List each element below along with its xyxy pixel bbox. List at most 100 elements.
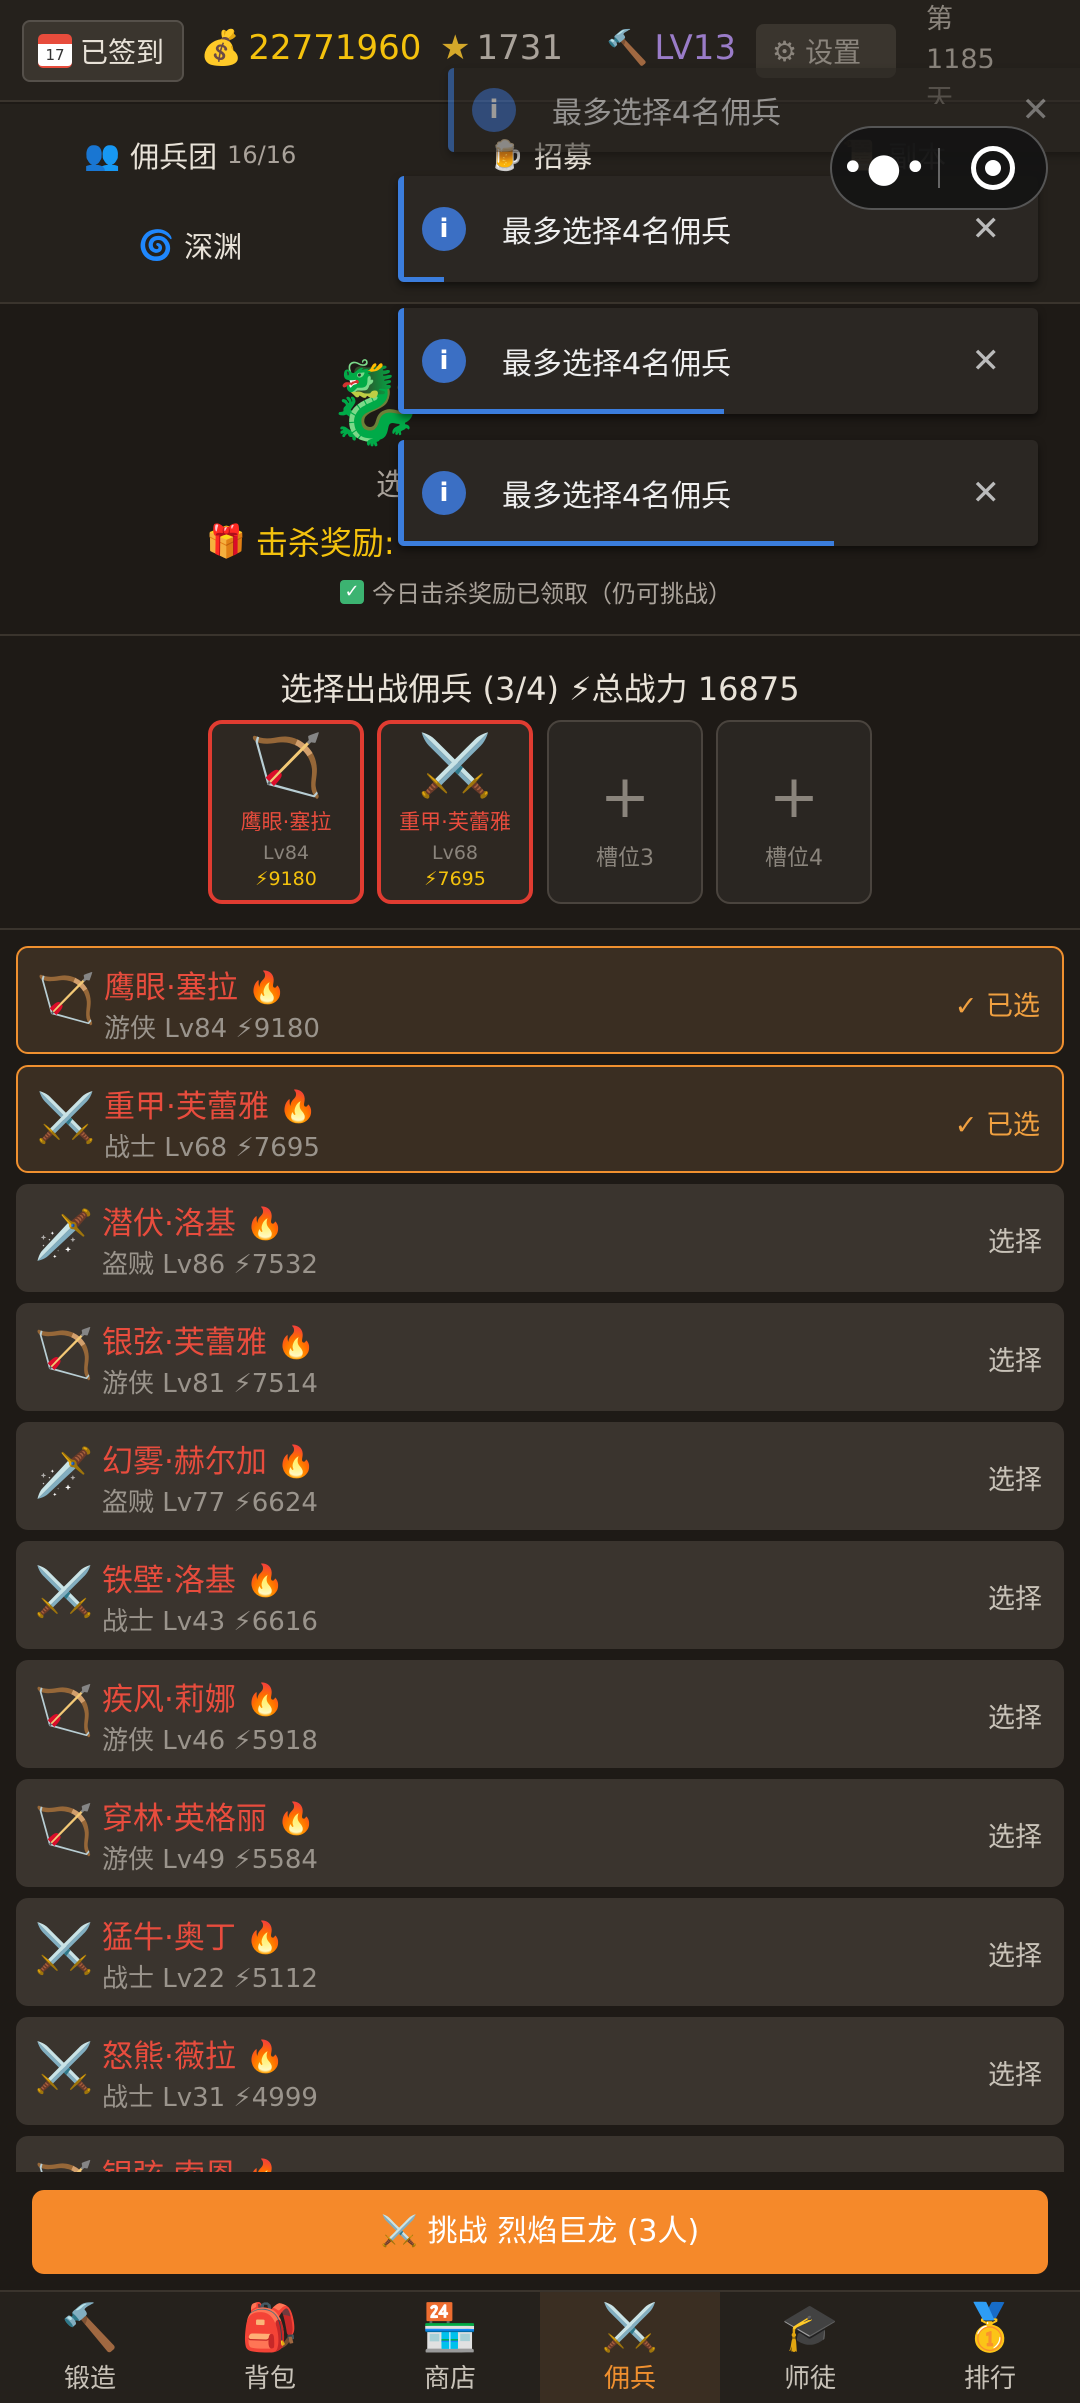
tab-shop[interactable]: 🏪 商店 bbox=[360, 2292, 540, 2403]
money-bag-icon: 💰 bbox=[200, 28, 243, 68]
toast-progress bbox=[404, 541, 834, 546]
team-slot-4[interactable]: + 槽位4 bbox=[716, 720, 872, 904]
mercenary-name: 铁壁·洛基 🔥 bbox=[102, 1563, 285, 1599]
graduation-cap-icon: 🎓 bbox=[781, 2300, 839, 2354]
mercenary-name: 穿林·英格丽 🔥 bbox=[102, 1801, 316, 1837]
bow-icon: 🏹 bbox=[248, 731, 324, 801]
select-button[interactable]: 选择 bbox=[988, 2053, 1042, 2092]
crossed-swords-icon: ⚔️ bbox=[34, 1564, 94, 1620]
plus-icon: + bbox=[599, 762, 651, 832]
select-button[interactable]: 选择 bbox=[988, 1577, 1042, 1616]
select-button[interactable]: 选择 bbox=[988, 1934, 1042, 1973]
team-slot-2[interactable]: ⚔️ 重甲·芙蕾雅 Lv68 ⚡7695 bbox=[377, 720, 533, 904]
hammer-icon: 🔨 bbox=[606, 28, 649, 68]
tab-mentorship[interactable]: 🎓 师徒 bbox=[720, 2292, 900, 2403]
more-menu-icon[interactable]: •●• bbox=[832, 145, 938, 191]
tab-mercenary[interactable]: ⚔️ 佣兵 bbox=[540, 2292, 720, 2403]
toast-notification: i 最多选择4名佣兵 ✕ bbox=[398, 440, 1038, 546]
select-button[interactable]: 选择 bbox=[988, 1220, 1042, 1259]
sign-in-button[interactable]: 已签到 bbox=[22, 20, 184, 82]
select-status[interactable]: ✓ 已选 bbox=[955, 984, 1040, 1023]
list-item[interactable]: ⚔️ 怒熊·薇拉 🔥 战士 Lv31 ⚡4999 选择 bbox=[16, 2017, 1064, 2125]
nav-abyss-label: 深渊 bbox=[184, 230, 243, 264]
list-item[interactable]: 🗡️ 潜伏·洛基 🔥 盗贼 Lv86 ⚡7532 选择 bbox=[16, 1184, 1064, 1292]
mercenary-name: 银弦·芙蕾雅 🔥 bbox=[102, 1325, 316, 1361]
mercenary-name: 重甲·芙蕾雅 🔥 bbox=[104, 1089, 318, 1125]
crossed-swords-icon: ⚔️ bbox=[601, 2300, 659, 2354]
mercenary-list[interactable]: 🏹 鹰眼·塞拉 🔥 游侠 Lv84 ⚡9180 ✓ 已选 ⚔️ 重甲·芙蕾雅 🔥… bbox=[0, 928, 1080, 2172]
list-item[interactable]: ⚔️ 重甲·芙蕾雅 🔥 战士 Lv68 ⚡7695 ✓ 已选 bbox=[16, 1065, 1064, 1173]
mercenary-name: 银弦·索恩 🔥 bbox=[102, 2150, 284, 2172]
slot-power: ⚡7695 bbox=[424, 868, 486, 890]
list-item[interactable]: 🏹 银弦·芙蕾雅 🔥 游侠 Lv81 ⚡7514 选择 bbox=[16, 1303, 1064, 1411]
sign-in-label: 已签到 bbox=[80, 36, 165, 69]
mercenary-stats: 游侠 Lv81 ⚡7514 bbox=[102, 1369, 318, 1399]
day-prefix: 第 bbox=[926, 4, 953, 35]
tab-forge[interactable]: 🔨 锻造 bbox=[0, 2292, 180, 2403]
slot-label: 槽位4 bbox=[765, 846, 823, 871]
cyclone-icon: 🌀 bbox=[138, 227, 175, 262]
challenge-button[interactable]: ⚔️ 挑战 烈焰巨龙 (3人) bbox=[32, 2190, 1048, 2274]
list-item[interactable]: 🏹 疾风·莉娜 🔥 游侠 Lv46 ⚡5918 选择 bbox=[16, 1660, 1064, 1768]
info-icon: i bbox=[422, 207, 466, 251]
mercenary-name: 猛牛·奥丁 🔥 bbox=[102, 1920, 285, 1956]
close-miniprogram-button[interactable] bbox=[940, 146, 1046, 190]
mercenary-stats: 盗贼 Lv77 ⚡6624 bbox=[102, 1488, 318, 1518]
tab-ranking[interactable]: 🥇 排行 bbox=[900, 2292, 1080, 2403]
gear-icon: ⚙ bbox=[772, 34, 798, 68]
plus-icon: + bbox=[768, 762, 820, 832]
select-button[interactable]: 选择 bbox=[988, 1815, 1042, 1854]
list-item[interactable]: 🏹 鹰眼·塞拉 🔥 游侠 Lv84 ⚡9180 ✓ 已选 bbox=[16, 946, 1064, 1054]
toast-text: 最多选择4名佣兵 bbox=[502, 479, 732, 514]
list-item[interactable]: 🏹 穿林·英格丽 🔥 游侠 Lv49 ⚡5584 选择 bbox=[16, 1779, 1064, 1887]
list-item[interactable]: 🏹 银弦·索恩 🔥 bbox=[16, 2136, 1064, 2172]
list-item[interactable]: ⚔️ 猛牛·奥丁 🔥 战士 Lv22 ⚡5112 选择 bbox=[16, 1898, 1064, 2006]
close-icon[interactable]: ✕ bbox=[1022, 90, 1051, 130]
team-slot-1[interactable]: 🏹 鹰眼·塞拉 Lv84 ⚡9180 bbox=[208, 720, 364, 904]
select-button[interactable]: 选择 bbox=[988, 1696, 1042, 1735]
star-icon: ★ bbox=[440, 28, 471, 68]
mercenary-stats: 战士 Lv43 ⚡6616 bbox=[102, 1607, 318, 1637]
mercenary-stats: 游侠 Lv84 ⚡9180 bbox=[104, 1014, 320, 1044]
check-icon: ✓ bbox=[340, 579, 364, 604]
dagger-icon: 🗡️ bbox=[34, 1207, 94, 1263]
mercenary-name: 鹰眼·塞拉 🔥 bbox=[104, 970, 287, 1006]
select-button[interactable]: 选择 bbox=[988, 1339, 1042, 1378]
miniprogram-capsule: •●• bbox=[830, 126, 1048, 210]
tab-label: 商店 bbox=[423, 2364, 476, 2394]
crossed-swords-icon: ⚔️ bbox=[36, 1090, 96, 1146]
select-status[interactable]: ✓ 已选 bbox=[955, 1103, 1040, 1142]
dagger-icon: 🗡️ bbox=[34, 1445, 94, 1501]
mercenary-name: 潜伏·洛基 🔥 bbox=[102, 1206, 285, 1242]
team-slot-3[interactable]: + 槽位3 bbox=[547, 720, 703, 904]
kill-reward-label: 击杀奖励: bbox=[255, 524, 395, 562]
mercenary-name: 怒熊·薇拉 🔥 bbox=[102, 2039, 285, 2075]
close-icon[interactable]: ✕ bbox=[972, 209, 1001, 249]
backpack-icon: 🎒 bbox=[241, 2300, 299, 2354]
nav-mercenary-label: 佣兵团 bbox=[130, 140, 218, 174]
crossed-swords-icon: ⚔️ bbox=[34, 1921, 94, 1977]
users-icon: 👥 bbox=[84, 137, 121, 172]
close-icon[interactable]: ✕ bbox=[972, 473, 1001, 513]
list-item[interactable]: ⚔️ 铁壁·洛基 🔥 战士 Lv43 ⚡6616 选择 bbox=[16, 1541, 1064, 1649]
slot-level: Lv84 bbox=[262, 842, 309, 864]
mercenary-stats: 战士 Lv31 ⚡4999 bbox=[102, 2083, 318, 2113]
reward-claimed-status: ✓ 今日击杀奖励已领取（仍可挑战） bbox=[340, 574, 732, 609]
gift-icon: 🎁 bbox=[206, 522, 246, 560]
gold-value: 22771960 bbox=[248, 28, 422, 68]
mercenary-name: 疾风·莉娜 🔥 bbox=[102, 1682, 285, 1718]
bottom-tab-bar: 🔨 锻造 🎒 背包 🏪 商店 ⚔️ 佣兵 🎓 师徒 🥇 排行 bbox=[0, 2290, 1080, 2403]
toast-text: 最多选择4名佣兵 bbox=[502, 215, 732, 250]
mercenary-stats: 游侠 Lv46 ⚡5918 bbox=[102, 1726, 318, 1756]
select-button[interactable]: 选择 bbox=[988, 1458, 1042, 1497]
bow-icon: 🏹 bbox=[34, 1802, 94, 1858]
slot-level: Lv68 bbox=[431, 842, 478, 864]
tab-backpack[interactable]: 🎒 背包 bbox=[180, 2292, 360, 2403]
slot-name: 鹰眼·塞拉 bbox=[240, 810, 332, 834]
nav-abyss[interactable]: 🌀 深渊 bbox=[138, 224, 242, 266]
toast-progress bbox=[404, 277, 444, 282]
list-item[interactable]: 🗡️ 幻雾·赫尔加 🔥 盗贼 Lv77 ⚡6624 选择 bbox=[16, 1422, 1064, 1530]
mercenary-stats: 战士 Lv22 ⚡5112 bbox=[102, 1964, 318, 1994]
nav-mercenary-group[interactable]: 👥 佣兵团 16/16 bbox=[84, 134, 296, 176]
close-icon[interactable]: ✕ bbox=[972, 341, 1001, 381]
